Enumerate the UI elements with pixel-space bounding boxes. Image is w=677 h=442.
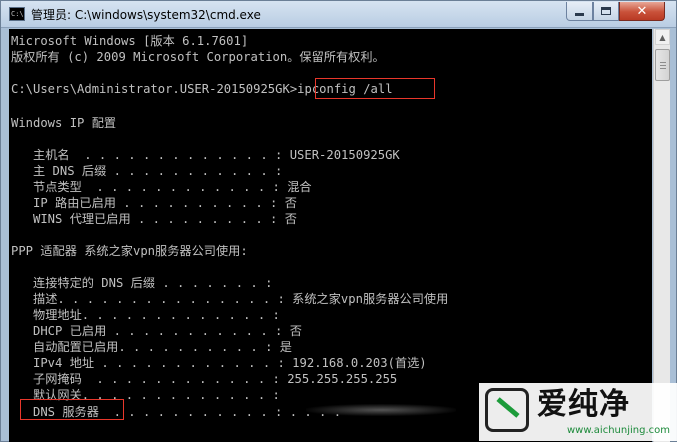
close-button[interactable]: ✕ [619,2,665,21]
cmd-window: C:\ 管理员: C:\windows\system32\cmd.exe ✕ M… [0,0,677,442]
logo-mark [496,397,520,418]
console-line-version: Microsoft Windows [版本 6.1.7601] [11,34,249,48]
highlight-command-box [315,78,435,99]
maximize-icon [601,7,611,15]
maximize-button[interactable] [593,2,619,21]
console-line-section-ip: Windows IP 配置 [11,116,117,130]
vertical-scrollbar[interactable]: ▲ [653,29,670,442]
grip-line [660,62,666,63]
console-line-dhcp: DHCP 已启用 . . . . . . . . . . . : 否 [11,324,302,338]
highlight-dns-box [20,399,124,420]
grip-line [660,65,666,66]
grip-line [660,68,666,69]
scrollbar-thumb[interactable] [655,49,670,81]
console-line-dns-suffix: 主 DNS 后缀 . . . . . . . . . . . : [11,164,283,178]
console-line-description: 描述. . . . . . . . . . . . . . . : 系统之家vp… [11,292,449,306]
minimize-icon [575,12,584,16]
window-title: 管理员: C:\windows\system32\cmd.exe [31,8,261,22]
console-line-ip-routing: IP 路由已启用 . . . . . . . . . . : 否 [11,196,297,210]
title-bar[interactable]: C:\ 管理员: C:\windows\system32\cmd.exe ✕ [1,1,676,28]
cmd-icon[interactable]: C:\ [9,7,25,21]
console-line-ipv4: IPv4 地址 . . . . . . . . . . . . : 192.16… [11,356,427,370]
minimize-button[interactable] [566,2,593,21]
close-icon: ✕ [636,3,648,19]
console-line-autoconfig: 自动配置已启用. . . . . . . . . . : 是 [11,340,292,354]
console-line-wins-proxy: WINS 代理已启用 . . . . . . . . . : 否 [11,212,297,226]
console-line-physical-address: 物理地址. . . . . . . . . . . . . : [11,308,280,322]
console-line-node-type: 节点类型 . . . . . . . . . . . . : 混合 [11,180,312,194]
watermark-brand: 爱纯净 [537,387,630,422]
console-line-conn-dns-suffix: 连接特定的 DNS 后缀 . . . . . . . : [11,276,273,290]
blurred-region [306,404,456,416]
console-line-copyright: 版权所有 (c) 2009 Microsoft Corporation。保留所有… [11,50,385,64]
console-output[interactable]: Microsoft Windows [版本 6.1.7601] 版权所有 (c)… [9,29,652,442]
watermark-url: www.aichunjing.com [567,425,670,436]
watermark-logo-icon [485,388,529,432]
console-line-adapter: PPP 适配器 系统之家vpn服务器公司使用: [11,244,248,258]
scroll-up-button[interactable]: ▲ [655,29,670,45]
console-line-hostname: 主机名 . . . . . . . . . . . . . : USER-201… [11,148,400,162]
watermark: 爱纯净 www.aichunjing.com [479,383,677,441]
console-line-subnet: 子网掩码 . . . . . . . . . . . . : 255.255.2… [11,372,398,386]
